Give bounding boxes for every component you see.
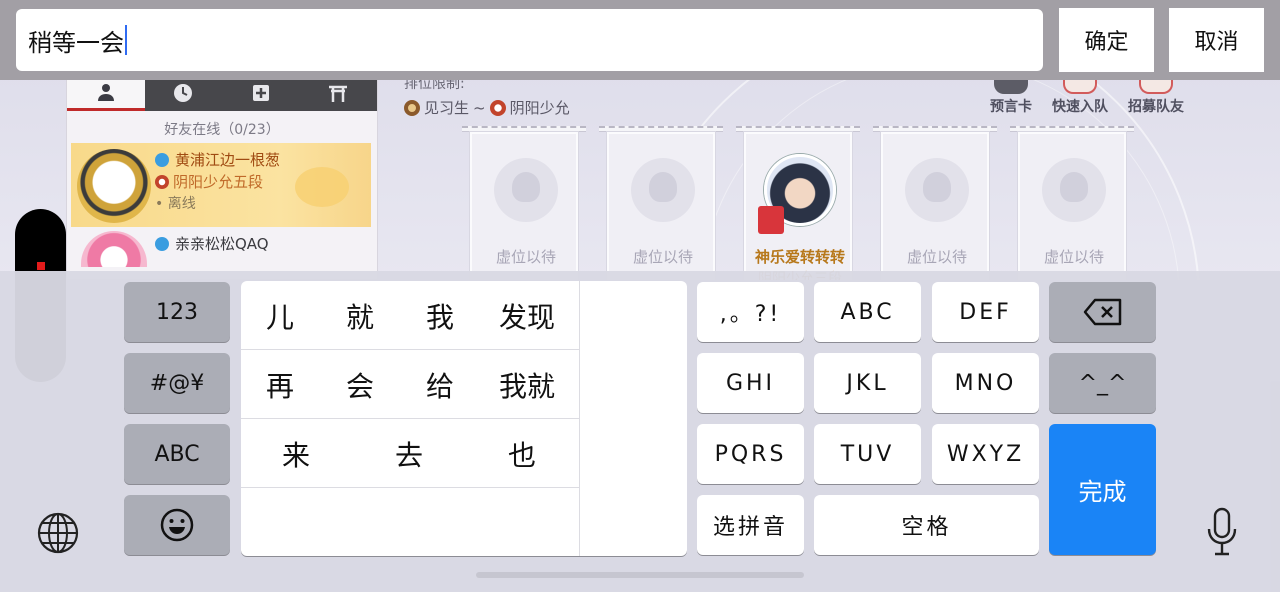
rank-onmyoji-icon [489, 100, 506, 116]
friend-rank: 阴阳少允五段 [173, 173, 264, 191]
candidate-word[interactable]: 发现 [499, 281, 555, 350]
candidate-word[interactable]: 我 [426, 281, 454, 350]
emoji-icon [160, 508, 194, 542]
candidate-row: 来 去 也 [241, 419, 579, 488]
friend-status: 离线 [167, 196, 196, 212]
slot-label: 虚位以待 [632, 248, 693, 266]
candidate-word[interactable]: 会 [346, 350, 374, 419]
tab-friends[interactable] [67, 75, 145, 111]
candidate-word[interactable]: 来 [282, 419, 310, 488]
banner: 神乐爱转转转 阴阳少允三段 [744, 132, 852, 280]
key-punctuation[interactable]: ,。?! [697, 282, 804, 342]
text-field-value: 稍等一会 [28, 28, 124, 57]
candidate-word[interactable]: 给 [426, 350, 454, 419]
chat-text-field[interactable]: 稍等一会 [16, 9, 1043, 71]
captain-badge-icon [758, 206, 784, 234]
key-def-3[interactable]: DEF [932, 282, 1039, 342]
prophecy-card-label: 预言卡 [990, 99, 1032, 115]
slot-label: 虚位以待 [906, 248, 967, 266]
online-count: 好友在线（0/23） [164, 122, 280, 138]
pumpkin-decoration-icon [295, 167, 349, 207]
candidate-word[interactable]: 再 [266, 350, 294, 419]
avatar [77, 149, 151, 223]
rank-to: 阴阳少允 [509, 99, 570, 117]
person-icon [97, 83, 114, 101]
key-wxyz-9[interactable]: WXYZ [932, 424, 1039, 484]
cancel-button[interactable]: 取消 [1169, 8, 1264, 72]
key-emoticon[interactable]: ^_^ [1049, 353, 1156, 413]
slot-label: 虚位以待 [495, 248, 556, 266]
confirm-button[interactable]: 确定 [1059, 8, 1154, 72]
slot-label: 虚位以待 [1043, 248, 1104, 266]
globe-icon[interactable] [36, 511, 80, 555]
banner: 虚位以待 [470, 132, 578, 280]
banner: 虚位以待 [1018, 132, 1126, 280]
microphone-icon[interactable] [1205, 507, 1239, 557]
home-indicator[interactable] [476, 572, 804, 578]
candidate-word[interactable]: 就 [346, 281, 374, 350]
key-select-pinyin[interactable]: 选拼音 [697, 495, 804, 555]
empty-avatar-icon [1042, 158, 1106, 222]
team-slot-filled[interactable]: 神乐爱转转转 阴阳少允三段 [736, 126, 860, 280]
candidate-word[interactable]: 也 [508, 419, 536, 488]
recruit-label: 招募队友 [1128, 99, 1184, 115]
empty-avatar-icon [631, 158, 695, 222]
key-abc[interactable]: ABC [124, 424, 230, 484]
candidate-divider [579, 281, 580, 556]
key-delete[interactable] [1049, 282, 1156, 342]
empty-avatar-icon [905, 158, 969, 222]
team-slot[interactable]: 虚位以待 [462, 126, 586, 280]
key-pqrs-7[interactable]: PQRS [697, 424, 804, 484]
candidate-word[interactable]: 去 [395, 419, 423, 488]
candidate-row: 儿 就 我 发现 [241, 281, 579, 350]
rank-apprentice-icon [404, 100, 420, 116]
key-123[interactable]: 123 [124, 282, 230, 342]
qq-icon [155, 153, 169, 167]
key-done[interactable]: 完成 [1049, 424, 1156, 555]
candidate-word[interactable]: 儿 [266, 281, 294, 350]
candidate-row: 再 会 给 我就 [241, 350, 579, 419]
key-tuv-8[interactable]: TUV [814, 424, 921, 484]
quick-join-label: 快速入队 [1052, 99, 1108, 115]
tab-recent[interactable] [144, 75, 222, 111]
key-emoji[interactable] [124, 495, 230, 555]
player-name: 神乐爱转转转 [754, 248, 845, 266]
rank-icon [155, 175, 169, 189]
rank-from: 见习生 [424, 99, 470, 117]
friend-item[interactable]: 黄浦江边一根葱 阴阳少允五段 • 离线 [71, 143, 371, 227]
key-jkl-5[interactable]: JKL [814, 353, 921, 413]
empty-avatar-icon [494, 158, 558, 222]
key-mno-6[interactable]: MNO [932, 353, 1039, 413]
team-slot[interactable]: 虚位以待 [599, 126, 723, 280]
torii-icon [329, 85, 348, 102]
friends-panel: 好友在线（0/23） 黄浦江边一根葱 阴阳少允五段 • 离线 亲亲松松QAQ [66, 74, 378, 280]
text-caret [125, 25, 127, 55]
key-ghi-4[interactable]: GHI [697, 353, 804, 413]
ios-keyboard: 123 #@¥ ABC 儿 就 我 发现 再 会 给 我就 来 去 也 ,。?!… [0, 271, 1280, 592]
backspace-icon [1083, 298, 1121, 326]
team-slot[interactable]: 虚位以待 [1010, 126, 1134, 280]
guild-icon [252, 85, 269, 101]
friends-tabs [67, 75, 377, 111]
qq-icon [155, 237, 169, 251]
team-slot[interactable]: 虚位以待 [873, 126, 997, 280]
tab-guild[interactable] [222, 75, 300, 111]
text-input-bar: 稍等一会 确定 取消 [0, 0, 1280, 80]
friend-name: 亲亲松松QAQ [175, 235, 269, 253]
rank-separator: ~ [473, 99, 486, 117]
tab-shrine[interactable] [299, 75, 377, 111]
banner: 虚位以待 [607, 132, 715, 280]
candidate-panel: 儿 就 我 发现 再 会 给 我就 来 去 也 [241, 281, 687, 556]
key-abc-2[interactable]: ABC [814, 282, 921, 342]
candidate-word[interactable]: 我就 [499, 350, 555, 419]
clock-icon [174, 84, 193, 102]
banner: 虚位以待 [881, 132, 989, 280]
key-symbols[interactable]: #@¥ [124, 353, 230, 413]
record-dot-icon [37, 262, 45, 270]
friend-name: 黄浦江边一根葱 [175, 151, 281, 169]
avatar [81, 231, 147, 267]
key-space[interactable]: 空格 [814, 495, 1039, 555]
